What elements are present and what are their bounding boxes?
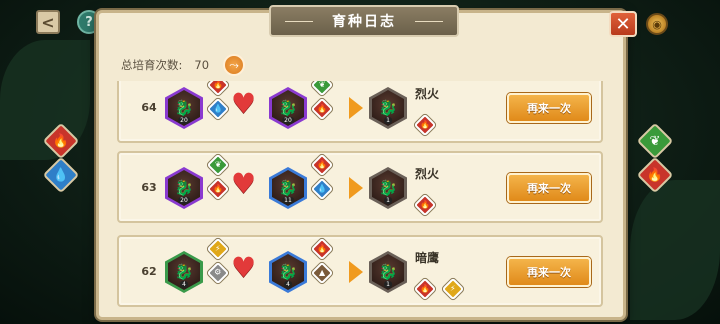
monster-level: 20 [282, 117, 294, 124]
dragon-icon: 🐉 [378, 99, 398, 117]
breeding-record-list[interactable]: 64 🐉 20 🔥 💧 ♥ 🐉 20 ❦ 🔥 🐉 1 烈火 🔥 再来一次 63 🐉 20 ❦ 🔥 ♥ 🐉 11 🔥 💧 🐉 1 烈火 🔥… [117, 81, 603, 307]
dragon-icon: 🐉 [378, 263, 398, 281]
nature-element-icon: ❦ [206, 153, 230, 177]
offspring-name: 烈火 [415, 167, 440, 181]
monster-portrait: 🐉 1 [372, 90, 404, 126]
record-index: 62 [141, 264, 157, 278]
parent-b-monster[interactable]: 🐉 4 [269, 251, 307, 293]
breed-count-summary: 总培育次数: 70 ⤳ [121, 54, 246, 76]
monster-portrait: 🐉 20 [272, 90, 304, 126]
monster-portrait: 🐉 20 [168, 170, 200, 206]
monster-level: 11 [282, 197, 294, 204]
record-index: 64 [141, 100, 157, 114]
monster-level: 1 [384, 197, 392, 204]
fire-element-icon: 🔥 [310, 153, 334, 177]
monster-level: 1 [384, 281, 392, 288]
metal-element-icon: ⚙ [206, 261, 230, 285]
dragon-icon: 🐉 [278, 263, 298, 281]
heart-icon: ♥ [231, 87, 257, 120]
monster-portrait: 🐉 11 [272, 170, 304, 206]
heart-icon: ♥ [231, 167, 257, 200]
record-index: 63 [141, 180, 157, 194]
arrow-right-icon [349, 97, 363, 119]
breeding-record-card: 63 🐉 20 ❦ 🔥 ♥ 🐉 11 🔥 💧 🐉 1 烈火 🔥 再来一次 [117, 151, 603, 223]
filter-nature-icon[interactable]: ❦ [636, 122, 674, 160]
parent-a-monster[interactable]: 🐉 20 [165, 87, 203, 129]
offspring-name: 烈火 [415, 87, 440, 101]
dragon-icon: 🐉 [174, 179, 194, 197]
monster-portrait: 🐉 1 [372, 254, 404, 290]
total-breed-label: 总培育次数: [121, 58, 183, 72]
monster-level: 1 [384, 117, 392, 124]
electric-element-icon: ⚡ [441, 277, 465, 301]
parent-b-monster[interactable]: 🐉 20 [269, 87, 307, 129]
close-button[interactable]: ✕ [609, 11, 637, 37]
parent-a-monster[interactable]: 🐉 20 [165, 167, 203, 209]
breeding-record-card: 64 🐉 20 🔥 💧 ♥ 🐉 20 ❦ 🔥 🐉 1 烈火 🔥 再来一次 [117, 81, 603, 143]
fire-element-icon: 🔥 [310, 97, 334, 121]
breeding-record-card: 62 🐉 4 ⚡ ⚙ ♥ 🐉 4 🔥 ▲ 🐉 1 暗鹰 🔥 ⚡ 再来一次 [117, 235, 603, 307]
dragon-icon: 🐉 [174, 99, 194, 117]
fire-element-icon: 🔥 [413, 113, 437, 137]
offspring-monster[interactable]: 🐉 1 [369, 167, 407, 209]
breed-again-button[interactable]: 再来一次 [507, 173, 591, 203]
fire-element-icon: 🔥 [310, 237, 334, 261]
electric-element-icon: ⚡ [206, 237, 230, 261]
offspring-monster[interactable]: 🐉 1 [369, 251, 407, 293]
monster-portrait: 🐉 4 [272, 254, 304, 290]
offspring-monster[interactable]: 🐉 1 [369, 87, 407, 129]
coin-icon[interactable]: ◉ [646, 13, 668, 35]
heart-icon: ♥ [231, 251, 257, 284]
fire-element-icon: 🔥 [413, 193, 437, 217]
panel-title: 育种日志 [269, 5, 459, 37]
monster-level: 4 [284, 281, 292, 288]
breed-again-button[interactable]: 再来一次 [507, 257, 591, 287]
parent-b-monster[interactable]: 🐉 11 [269, 167, 307, 209]
share-button[interactable]: ⤳ [223, 54, 246, 76]
fire-element-icon: 🔥 [206, 177, 230, 201]
monster-portrait: 🐉 4 [168, 254, 200, 290]
breeding-log-panel: 育种日志 ✕ 总培育次数: 70 ⤳ 64 🐉 20 🔥 💧 ♥ 🐉 20 ❦ 🔥 🐉 1 烈火 🔥 再来一… [96, 5, 637, 320]
back-button[interactable]: < [36, 10, 60, 34]
water-element-icon: 💧 [206, 97, 230, 121]
earth-element-icon: ▲ [310, 261, 334, 285]
monster-portrait: 🐉 1 [372, 170, 404, 206]
monster-level: 4 [180, 281, 188, 288]
arrow-right-icon [349, 261, 363, 283]
parent-a-monster[interactable]: 🐉 4 [165, 251, 203, 293]
monster-level: 20 [178, 197, 190, 204]
offspring-name: 暗鹰 [415, 251, 440, 265]
nature-element-icon: ❦ [310, 81, 334, 97]
water-element-icon: 💧 [310, 177, 334, 201]
total-breed-value: 70 [194, 58, 210, 72]
background-foliage [630, 180, 720, 320]
dragon-icon: 🐉 [174, 263, 194, 281]
dragon-icon: 🐉 [278, 179, 298, 197]
monster-level: 20 [178, 117, 190, 124]
fire-element-icon: 🔥 [413, 277, 437, 301]
dragon-icon: 🐉 [378, 179, 398, 197]
arrow-right-icon [349, 177, 363, 199]
fire-element-icon: 🔥 [206, 81, 230, 97]
dragon-icon: 🐉 [278, 99, 298, 117]
breed-again-button[interactable]: 再来一次 [507, 93, 591, 123]
monster-portrait: 🐉 20 [168, 90, 200, 126]
filter-water-icon[interactable]: 💧 [42, 156, 80, 194]
